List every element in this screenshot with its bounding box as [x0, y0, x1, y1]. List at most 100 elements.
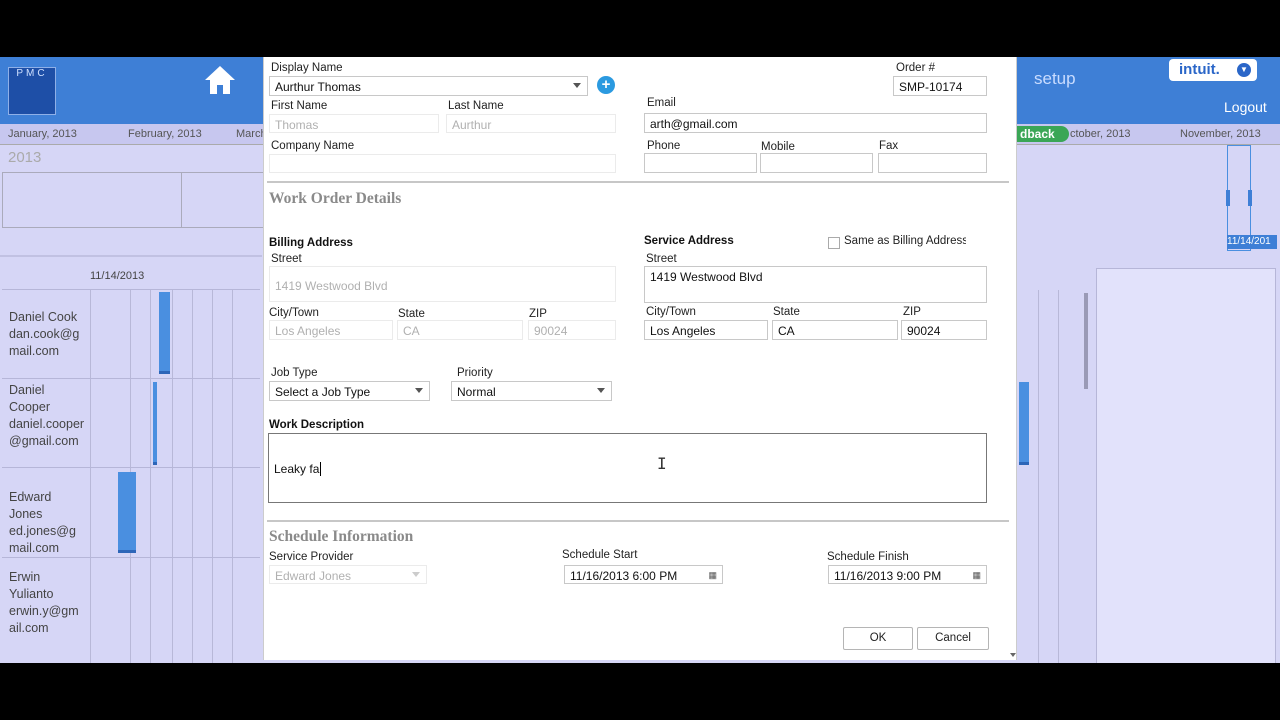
fax-label: Fax	[879, 140, 899, 152]
company-name-field[interactable]	[269, 154, 616, 173]
company-name-label: Company Name	[271, 140, 355, 152]
grid-line	[150, 290, 151, 663]
selected-date-badge: 11/14/201	[1227, 235, 1277, 249]
appointment-bar[interactable]	[118, 472, 136, 553]
display-name-label: Display Name	[271, 62, 343, 74]
service-provider-label: Service Provider	[269, 551, 354, 563]
billing-zip-label: ZIP	[529, 308, 547, 320]
row-divider	[2, 467, 260, 468]
calendar-icon[interactable]: ▦	[708, 571, 717, 580]
priority-label: Priority	[457, 367, 493, 379]
order-number-label: Order #	[896, 62, 935, 74]
grid-line	[192, 290, 193, 663]
add-customer-button[interactable]: +	[597, 76, 615, 94]
mobile-field[interactable]	[760, 153, 873, 173]
appointment-bar[interactable]	[1019, 382, 1029, 465]
service-zip-field[interactable]: 90024	[901, 320, 987, 340]
schedule-start-label: Schedule Start	[562, 549, 638, 561]
month-label: January, 2013	[8, 128, 77, 140]
work-description-label: Work Description	[269, 419, 364, 431]
text-caret	[320, 462, 322, 476]
pmc-logo: PMC	[8, 67, 56, 115]
home-icon[interactable]	[202, 63, 238, 97]
work-order-dialog: Display Name Aurthur Thomas + First Name…	[263, 57, 1017, 660]
grid-line	[1058, 290, 1059, 663]
chevron-down-icon	[597, 388, 605, 393]
row-divider	[2, 378, 260, 379]
month-label: ctober, 2013	[1070, 128, 1131, 140]
billing-street-field[interactable]: 1419 Westwood Blvd	[269, 266, 616, 302]
service-provider-select[interactable]: Edward Jones	[269, 565, 427, 584]
feedback-tab[interactable]: dback	[1017, 126, 1069, 142]
fax-field[interactable]	[878, 153, 987, 173]
work-order-section-title: Work Order Details	[269, 190, 402, 207]
list-item[interactable]: Daniel Cooper daniel.cooper @gmail.com	[9, 382, 85, 450]
calendar-icon[interactable]: ▦	[972, 571, 981, 580]
grid-line	[172, 290, 173, 663]
phone-label: Phone	[647, 140, 681, 152]
last-name-field[interactable]: Aurthur	[446, 114, 616, 133]
email-field[interactable]: arth@gmail.com	[644, 113, 987, 133]
service-street-field[interactable]: 1419 Westwood Blvd	[644, 266, 987, 303]
text-cursor-icon: I	[657, 454, 667, 473]
billing-state-label: State	[398, 308, 425, 320]
phone-field[interactable]	[644, 153, 757, 173]
schedule-start-field[interactable]: 11/16/2013 6:00 PM ▦	[564, 565, 723, 584]
appointment-bar[interactable]	[153, 382, 157, 465]
grid-line	[212, 290, 213, 663]
chevron-down-icon[interactable]: ▼	[1237, 63, 1251, 77]
intuit-logo: intuit.	[1179, 61, 1220, 78]
grid-line	[232, 290, 233, 663]
day-header: 11/14/2013	[90, 270, 145, 282]
first-name-field[interactable]: Thomas	[269, 114, 439, 133]
cancel-button[interactable]: Cancel	[917, 627, 989, 650]
priority-select[interactable]: Normal	[451, 381, 612, 401]
chevron-down-icon	[415, 388, 423, 393]
timeline-overview[interactable]	[2, 172, 264, 228]
setup-link[interactable]: setup	[1034, 69, 1076, 89]
order-number-field[interactable]: SMP-10174	[893, 76, 987, 96]
schedule-finish-label: Schedule Finish	[827, 551, 909, 563]
display-name-select[interactable]: Aurthur Thomas	[269, 76, 588, 96]
grid-line	[90, 290, 91, 663]
service-state-label: State	[773, 306, 800, 318]
list-item[interactable]: Daniel Cook dan.cook@g mail.com	[9, 309, 85, 360]
billing-city-field[interactable]: Los Angeles	[269, 320, 393, 340]
service-city-field[interactable]: Los Angeles	[644, 320, 768, 340]
detail-panel	[1096, 268, 1276, 663]
appointment-bar[interactable]	[159, 292, 170, 374]
mobile-label: Mobile	[761, 141, 795, 153]
service-state-field[interactable]: CA	[772, 320, 898, 340]
service-address-title: Service Address	[644, 235, 734, 247]
month-label: March	[236, 128, 267, 140]
logout-link[interactable]: Logout	[1224, 99, 1267, 115]
chevron-down-icon	[412, 572, 420, 577]
section-divider	[267, 520, 1009, 522]
same-as-billing-label: Same as Billing Address	[844, 235, 966, 247]
divider	[0, 255, 262, 257]
service-street-label: Street	[646, 253, 677, 265]
billing-state-field[interactable]: CA	[397, 320, 523, 340]
service-city-label: City/Town	[646, 306, 696, 318]
chevron-down-icon	[573, 83, 581, 88]
job-type-select[interactable]: Select a Job Type	[269, 381, 430, 401]
schedule-finish-field[interactable]: 11/16/2013 9:00 PM ▦	[828, 565, 987, 584]
first-name-label: First Name	[271, 100, 328, 112]
dialog-scrollbar[interactable]	[1010, 62, 1016, 657]
month-label: February, 2013	[128, 128, 202, 140]
same-as-billing-checkbox[interactable]	[828, 237, 840, 249]
last-name-label: Last Name	[448, 100, 504, 112]
scrollbar[interactable]	[1084, 293, 1088, 389]
month-label: November, 2013	[1180, 128, 1261, 140]
billing-city-label: City/Town	[269, 307, 319, 319]
job-type-label: Job Type	[271, 367, 318, 379]
work-description-field[interactable]: Leaky fa	[268, 433, 987, 503]
billing-zip-field[interactable]: 90024	[528, 320, 616, 340]
billing-street-label: Street	[271, 253, 302, 265]
list-item[interactable]: Edward Jones ed.jones@g mail.com	[9, 489, 85, 557]
ok-button[interactable]: OK	[843, 627, 913, 650]
billing-address-title: Billing Address	[269, 237, 353, 249]
intuit-menu[interactable]: intuit. ▼	[1169, 59, 1257, 81]
list-item[interactable]: Erwin Yulianto erwin.y@gm ail.com	[9, 569, 85, 637]
row-divider	[2, 289, 260, 290]
